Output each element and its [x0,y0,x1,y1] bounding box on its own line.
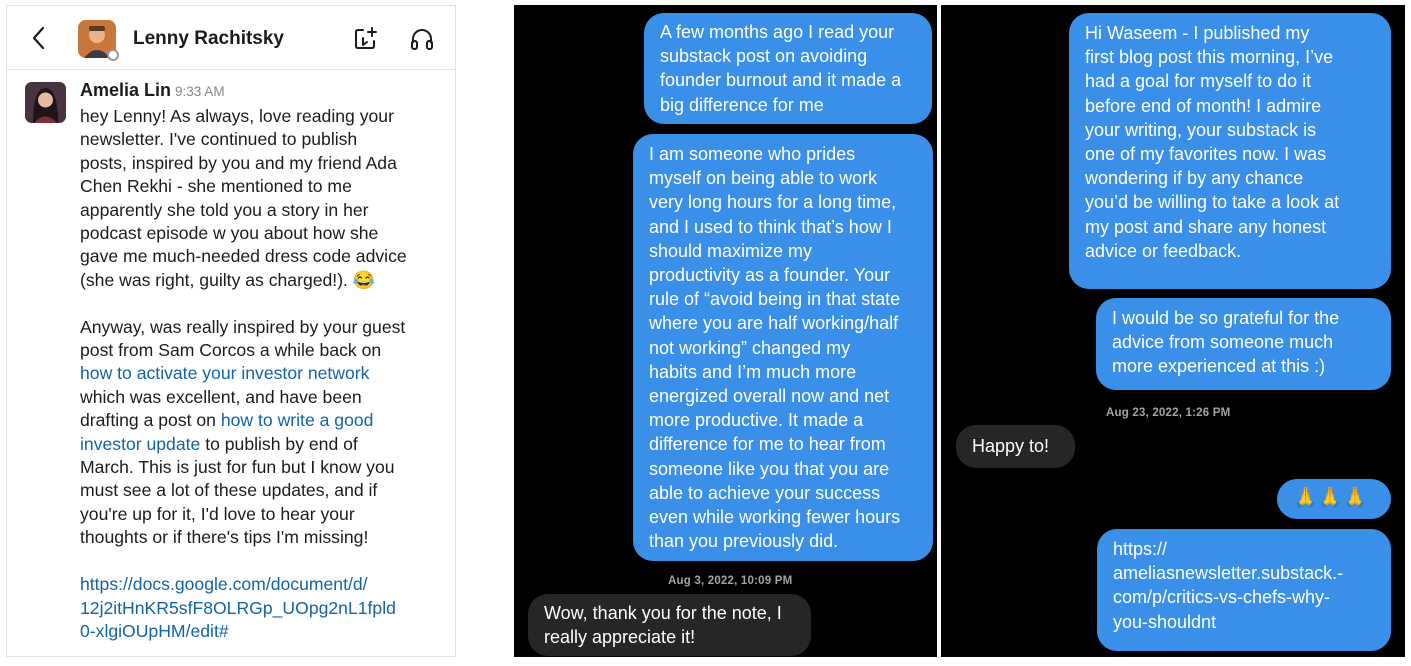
text-line: productivity as a founder. Your [649,265,891,286]
text-line: advice from someone much [1112,332,1334,353]
text-line: thoughts or if there's tips I'm missing! [80,527,369,548]
text-line: substack post on avoiding [660,46,868,67]
outgoing-link-bubble[interactable]: https:// ameliasnewsletter.substack.- co… [1097,529,1391,651]
text-line: and I used to think that’s how I [649,216,892,237]
message-header: Amelia Lin 9:33 AM [80,80,225,101]
praying-hands-icon: 🙏🙏🙏 [1293,487,1368,509]
text-line: Chen Rekhi - she mentioned to me [80,176,352,197]
instagram-dm-panel-1: A few months ago I read your substack po… [514,5,937,657]
laughing-emoji-icon: 😂 [352,269,376,290]
conversation-header: Lenny Rachitsky [7,6,455,70]
add-to-channel-button[interactable] [353,26,379,52]
text-line: wondering if by any chance [1085,168,1304,189]
sender-avatar[interactable] [25,82,66,123]
url-line: https:// [1113,539,1168,559]
url-line[interactable]: 12j2itHnKR5sfF8OLRGp_UOpg2nL1fpld [80,598,396,618]
text-line: myself on being able to work [649,168,878,189]
back-button[interactable] [27,24,51,52]
message-timestamp: Aug 3, 2022, 10:09 PM [668,575,793,587]
text-line: hey Lenny! As always, love reading your [80,106,394,126]
text-line: really appreciate it! [544,627,696,648]
text-line: you're up for it, I'd love to hear your [80,503,355,524]
text-line: before end of month! I admire [1085,95,1322,116]
url-line[interactable]: 0-xlgiOUpHM/edit# [80,621,229,641]
text-line: energized overall now and net [649,386,890,407]
outgoing-message-bubble[interactable]: A few months ago I read your substack po… [644,13,932,124]
text-line: first blog post this morning, I’ve [1085,47,1334,68]
text-line: Happy to! [972,436,1050,456]
text-line: my post and share any honest [1085,216,1327,237]
investor-update-link[interactable]: how to write a good [221,410,374,430]
text-line: Anyway, was really inspired by your gues… [80,316,406,337]
text-line: where you are half working/half [649,313,899,334]
text-line: you’d be willing to take a look at [1085,192,1340,213]
text-line: to publish by end of [200,433,358,454]
instagram-dm-panel-2: Hi Waseem - I published my first blog po… [941,5,1405,657]
text-line: March. This is just for fun but I know y… [80,457,395,478]
outgoing-message-bubble[interactable]: I am someone who prides myself on being … [633,134,933,561]
text-line: I am someone who prides [649,144,856,164]
google-doc-link[interactable]: https://docs.google.com/document/d/ 12j2… [80,573,442,643]
incoming-message-bubble[interactable]: Wow, thank you for the note, I really ap… [528,594,811,656]
text-line: one of my favorites now. I was [1085,144,1327,165]
text-line: more productive. It made a [649,410,864,431]
slack-dm-panel: Lenny Rachitsky Amelia Lin 9:33 AM hey L… [6,5,456,657]
chevron-left-icon [32,26,45,50]
text-line: podcast episode w you about how she [80,223,379,244]
url-line: you-shouldnt [1113,611,1217,632]
text-line: A few months ago I read your [660,22,895,42]
text-line: I would be so grateful for the [1112,308,1340,328]
text-line: which was excellent, and have been [80,386,362,407]
avatar-portrait [25,82,66,123]
text-line: difference for me to hear from [649,434,886,455]
presence-indicator [107,49,119,61]
contact-name[interactable]: Lenny Rachitsky [133,28,284,50]
headphones-icon [411,29,433,50]
text-line: your writing, your substack is [1085,119,1317,140]
text-line: big difference for me [660,94,824,115]
incoming-message-bubble[interactable]: Happy to! [956,425,1075,468]
text-line: should maximize my [649,240,813,261]
text-line: than you previously did. [649,531,839,552]
text-line: able to achieve your success [649,482,881,503]
huddle-button[interactable] [409,26,435,52]
url-line: com/p/critics-vs-chefs-why- [1113,587,1331,608]
message-timestamp: Aug 23, 2022, 1:26 PM [1106,407,1231,419]
text-line: even while working fewer hours [649,507,901,528]
message-timestamp[interactable]: 9:33 AM [175,84,225,99]
text-line: had a goal for myself to do it [1085,71,1312,92]
investor-network-link[interactable]: how to activate your investor network [80,363,369,383]
text-line: must see a lot of these updates, and if [80,480,378,501]
text-line: habits and I’m much more [649,361,857,382]
text-line: post from Sam Corcos a while back on [80,340,382,361]
text-line: very long hours for a long time, [649,192,897,213]
message-paragraph: Anyway, was really inspired by your gues… [80,316,442,550]
text-line: advice or feedback. [1085,240,1242,261]
text-line: rule of “avoid being in that state [649,289,901,310]
sender-name[interactable]: Amelia Lin [80,80,171,100]
text-line: more experienced at this :) [1112,356,1326,377]
message-paragraph: hey Lenny! As always, love reading your … [80,105,442,292]
text-line: (she was right, guilty as charged!). [80,269,348,290]
text-line: not working” changed my [649,337,851,358]
text-line: Hi Waseem - I published my [1085,23,1310,43]
message-body: hey Lenny! As always, love reading your … [80,105,442,656]
text-line: posts, inspired by you and my friend Ada [80,152,397,173]
investor-update-link[interactable]: investor update [80,434,200,454]
add-to-channel-icon [355,27,377,49]
outgoing-message-bubble[interactable]: I would be so grateful for the advice fr… [1096,298,1391,390]
text-line: someone like you that you are [649,458,890,479]
text-line: apparently she told you a story in her [80,199,369,220]
outgoing-emoji-bubble[interactable]: 🙏🙏🙏 [1277,479,1391,519]
text-line: drafting a post on [80,410,221,431]
outgoing-message-bubble[interactable]: Hi Waseem - I published my first blog po… [1069,13,1391,289]
text-line: founder burnout and it made a [660,70,902,91]
text-line: Wow, thank you for the note, I [544,603,782,623]
url-line: ameliasnewsletter.substack.- [1113,563,1344,584]
text-line: gave me much-needed dress code advice [80,246,407,267]
text-line: newsletter. I've continued to publish [80,129,358,150]
url-line[interactable]: https://docs.google.com/document/d/ [80,574,368,594]
